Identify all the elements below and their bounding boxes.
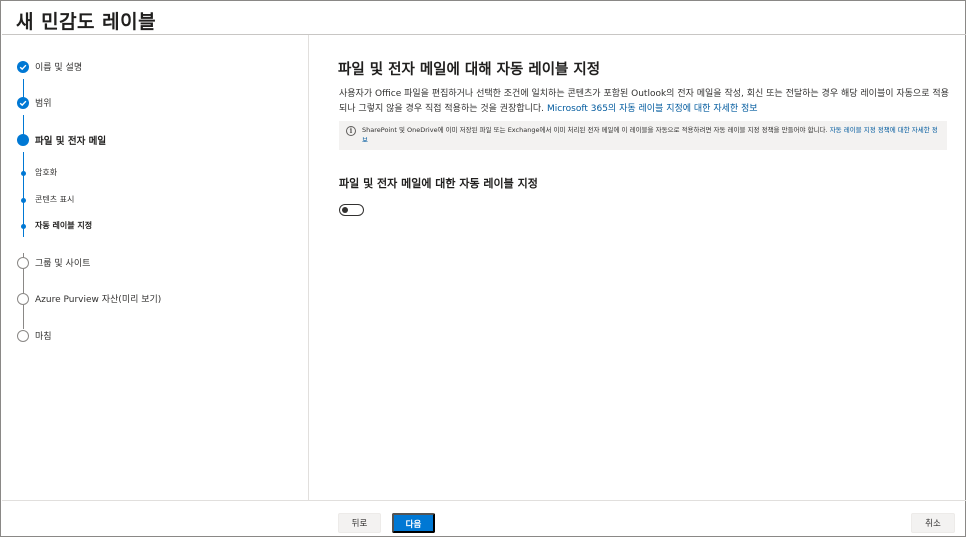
substep-dot-icon	[21, 224, 26, 229]
empty-circle-icon	[17, 257, 29, 269]
info-message: SharePoint 및 OneDrive에 이미 저장된 파일 또는 Exch…	[362, 125, 942, 145]
wizard-steps-nav: 이름 및 설명 범위 파일 및 전자 메일 암호화 콘텐츠 표시 자동 레이블 …	[2, 35, 309, 500]
info-icon: i	[346, 126, 356, 136]
empty-circle-icon	[17, 330, 29, 342]
step-files-email[interactable]: 파일 및 전자 메일	[2, 130, 302, 150]
step-label: 마침	[35, 332, 52, 342]
step-label: 암호화	[35, 168, 58, 177]
auto-labeling-heading: 파일 및 전자 메일에 대한 자동 레이블 지정	[339, 177, 538, 190]
learn-more-auto-labeling-link[interactable]: Microsoft 365의 자동 레이블 지정에 대한 자세한 정보	[547, 104, 758, 114]
step-label: 범위	[35, 99, 52, 109]
empty-circle-icon	[17, 293, 29, 305]
step-label: 콘텐츠 표시	[35, 195, 75, 204]
next-button[interactable]: 다음	[392, 513, 435, 533]
step-label: 파일 및 전자 메일	[35, 136, 107, 147]
wizard-footer: 뒤로 다음 취소	[2, 500, 966, 537]
page-title: 새 민감도 레이블	[16, 11, 157, 33]
substep-content-marking[interactable]: 콘텐츠 표시	[2, 190, 302, 210]
substep-auto-labeling[interactable]: 자동 레이블 지정	[2, 216, 302, 236]
back-button[interactable]: 뒤로	[338, 513, 381, 533]
step-label: 자동 레이블 지정	[35, 221, 93, 230]
checkmark-icon	[17, 97, 29, 109]
info-message-body: SharePoint 및 OneDrive에 이미 저장된 파일 또는 Exch…	[362, 126, 828, 134]
step-label: 이름 및 설명	[35, 63, 83, 73]
current-step-icon	[17, 134, 29, 146]
substep-dot-icon	[21, 171, 26, 176]
info-message-bar: i SharePoint 및 OneDrive에 이미 저장된 파일 또는 Ex…	[339, 121, 947, 150]
step-azure-purview[interactable]: Azure Purview 자산(미리 보기)	[2, 289, 302, 309]
step-finish[interactable]: 마침	[2, 326, 302, 346]
step-name-description[interactable]: 이름 및 설명	[2, 57, 302, 77]
checkmark-icon	[17, 61, 29, 73]
step-label: Azure Purview 자산(미리 보기)	[35, 295, 162, 305]
step-scope[interactable]: 범위	[2, 93, 302, 113]
toggle-knob	[342, 207, 348, 213]
section-title: 파일 및 전자 메일에 대해 자동 레이블 지정	[338, 62, 601, 78]
substep-dot-icon	[21, 198, 26, 203]
cancel-button[interactable]: 취소	[911, 513, 955, 533]
panel-header: 새 민감도 레이블	[2, 2, 966, 35]
auto-labeling-toggle[interactable]	[339, 204, 364, 216]
step-label: 그룹 및 사이트	[35, 259, 91, 269]
substep-encryption[interactable]: 암호화	[2, 163, 302, 183]
panel-frame: 새 민감도 레이블 이름 및 설명 범위 파일 및 전자 메일 암호화 콘텐츠 …	[0, 0, 966, 537]
main-content: 파일 및 전자 메일에 대해 자동 레이블 지정 사용자가 Office 파일을…	[310, 35, 966, 500]
description-text: 사용자가 Office 파일을 편집하거나 선택한 조건에 일치하는 콘텐츠가 …	[339, 87, 949, 117]
step-groups-sites[interactable]: 그룹 및 사이트	[2, 253, 302, 273]
